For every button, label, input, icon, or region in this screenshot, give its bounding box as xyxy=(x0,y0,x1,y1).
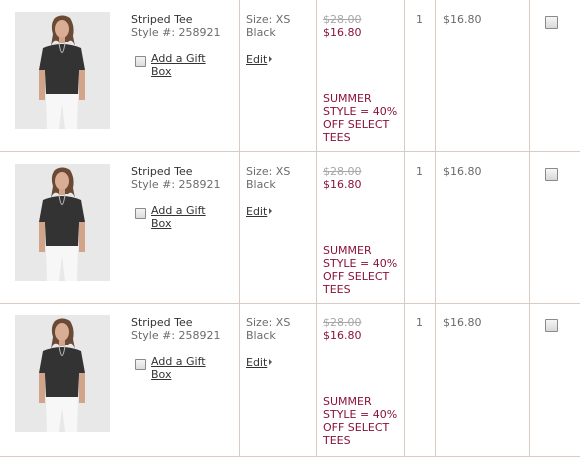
quantity-value: 1 xyxy=(416,13,423,26)
column-divider xyxy=(316,0,317,151)
remove-checkbox[interactable] xyxy=(545,16,558,29)
column-divider xyxy=(239,0,240,151)
gift-box-checkbox[interactable] xyxy=(135,359,146,370)
line-total: $16.80 xyxy=(443,165,482,178)
original-price: $28.00 xyxy=(323,13,362,26)
product-name[interactable]: Striped Tee xyxy=(131,13,193,26)
line-total: $16.80 xyxy=(443,316,482,329)
color-value: Black xyxy=(246,26,276,39)
column-divider xyxy=(316,303,317,456)
gift-box-link[interactable]: Add a Gift Box xyxy=(151,355,221,381)
quantity-value: 1 xyxy=(416,165,423,178)
column-divider xyxy=(529,303,530,456)
sale-price: $16.80 xyxy=(323,26,362,39)
column-divider xyxy=(239,303,240,456)
chevron-right-icon xyxy=(269,208,272,214)
remove-checkbox[interactable] xyxy=(545,168,558,181)
remove-checkbox[interactable] xyxy=(545,319,558,332)
style-number: Style #: 258921 xyxy=(131,178,221,191)
gift-box-link[interactable]: Add a Gift Box xyxy=(151,52,221,78)
size-value: Size: XS xyxy=(246,316,291,329)
column-divider xyxy=(404,152,405,303)
product-name[interactable]: Striped Tee xyxy=(131,165,193,178)
column-divider xyxy=(404,303,405,456)
table-row: Striped Tee Style #: 258921 Add a Gift B… xyxy=(0,0,580,152)
gift-box-checkbox[interactable] xyxy=(135,56,146,67)
edit-link[interactable]: Edit xyxy=(246,53,267,66)
promo-text: SUMMER STYLE = 40% OFF SELECT TEES xyxy=(323,244,398,296)
promo-text: SUMMER STYLE = 40% OFF SELECT TEES xyxy=(323,92,398,144)
style-number: Style #: 258921 xyxy=(131,26,221,39)
gift-box-link[interactable]: Add a Gift Box xyxy=(151,204,221,230)
edit-link[interactable]: Edit xyxy=(246,356,267,369)
product-image[interactable] xyxy=(15,164,110,281)
column-divider xyxy=(529,152,530,303)
color-value: Black xyxy=(246,178,276,191)
column-divider xyxy=(316,152,317,303)
color-value: Black xyxy=(246,329,276,342)
line-total: $16.80 xyxy=(443,13,482,26)
edit-link[interactable]: Edit xyxy=(246,205,267,218)
original-price: $28.00 xyxy=(323,165,362,178)
promo-text: SUMMER STYLE = 40% OFF SELECT TEES xyxy=(323,395,398,447)
table-row: Striped Tee Style #: 258921 Add a Gift B… xyxy=(0,152,580,304)
sale-price: $16.80 xyxy=(323,178,362,191)
column-divider xyxy=(435,152,436,303)
chevron-right-icon xyxy=(269,359,272,365)
product-image[interactable] xyxy=(15,315,110,432)
size-value: Size: XS xyxy=(246,165,291,178)
chevron-right-icon xyxy=(269,56,272,62)
sale-price: $16.80 xyxy=(323,329,362,342)
cart-table: Striped Tee Style #: 258921 Add a Gift B… xyxy=(0,0,580,458)
original-price: $28.00 xyxy=(323,316,362,329)
column-divider xyxy=(435,303,436,456)
column-divider xyxy=(404,0,405,151)
style-number: Style #: 258921 xyxy=(131,329,221,342)
product-name[interactable]: Striped Tee xyxy=(131,316,193,329)
gift-box-checkbox[interactable] xyxy=(135,208,146,219)
column-divider xyxy=(529,0,530,151)
quantity-value: 1 xyxy=(416,316,423,329)
column-divider xyxy=(239,152,240,303)
table-row: Striped Tee Style #: 258921 Add a Gift B… xyxy=(0,303,580,457)
product-image[interactable] xyxy=(15,12,110,129)
column-divider xyxy=(435,0,436,151)
size-value: Size: XS xyxy=(246,13,291,26)
